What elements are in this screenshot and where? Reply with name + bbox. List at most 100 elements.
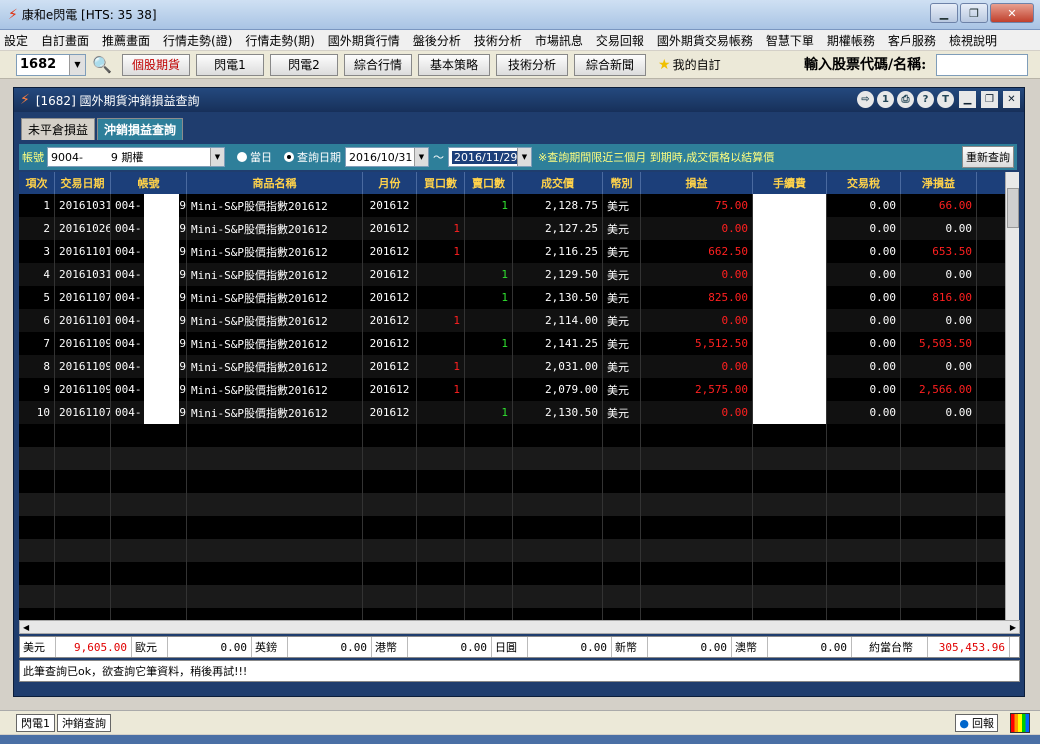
date-to-select[interactable]: 2016/11/29 ▼ [448, 147, 532, 167]
export-icon[interactable]: ⇨ [857, 91, 874, 108]
menu-item[interactable]: 自訂畫面 [41, 32, 89, 49]
table-row[interactable]: 4 20161031 004- 9 Mini-S&P股價指數201612 201612 1 2… [19, 263, 1006, 286]
radio-query-date-dot[interactable] [284, 152, 294, 162]
menu-item[interactable]: 智慧下單 [766, 32, 814, 49]
cell-tax: 0.00 [827, 240, 901, 263]
panel-close-button[interactable]: ✕ [1003, 91, 1020, 108]
date-from-select[interactable]: 2016/10/31 ▼ [345, 147, 429, 167]
menu-item[interactable]: 檢視說明 [949, 32, 997, 49]
table-row[interactable]: 10 20161107 004- 9 Mini-S&P股價指數201612 201612 1… [19, 401, 1006, 424]
report-button[interactable]: ● 回報 [955, 714, 998, 732]
radio-today-dot[interactable] [237, 152, 247, 162]
menu-item[interactable]: 客戶服務 [888, 32, 936, 49]
empty-cell [827, 493, 901, 516]
column-header[interactable]: 淨損益 [901, 172, 977, 194]
composite-news-button[interactable]: 綜合新聞 [574, 53, 646, 76]
menu-item[interactable]: 推薦畫面 [102, 32, 150, 49]
help-icon[interactable]: ? [917, 91, 934, 108]
chevron-down-icon[interactable]: ▼ [210, 148, 224, 166]
composite-quote-button[interactable]: 綜合行情 [344, 53, 412, 76]
vertical-scrollbar[interactable] [1005, 172, 1019, 620]
account-select[interactable]: 9004- 9 期權 ▼ [47, 147, 225, 167]
window-controls: ▁ ❐ ✕ [930, 3, 1034, 23]
table-row[interactable]: 2 20161026 004- 9 Mini-S&P股價指數201612 201612 1 2… [19, 217, 1006, 240]
column-header[interactable]: 商品名稱 [187, 172, 363, 194]
column-header[interactable]: 月份 [363, 172, 417, 194]
scroll-thumb[interactable] [1007, 188, 1019, 228]
cell-net: 0.00 [901, 309, 977, 332]
scroll-right-icon[interactable]: ▶ [1010, 623, 1016, 632]
column-header[interactable]: 賣口數 [465, 172, 513, 194]
tab-offset-pl-query[interactable]: 沖銷損益查詢 [97, 118, 184, 140]
column-header[interactable]: 手續費 [753, 172, 827, 194]
table-row[interactable]: 6 20161101 004- 9 Mini-S&P股價指數201612 201612 1 2… [19, 309, 1006, 332]
horizontal-scrollbar[interactable]: ◀ ▶ [19, 620, 1020, 634]
empty-cell [827, 562, 901, 585]
table-row[interactable]: 5 20161107 004- 9 Mini-S&P股價指數201612 201612 1 2… [19, 286, 1006, 309]
table-row[interactable]: 1 20161031 004- 9 Mini-S&P股價指數201612 201612 1 2… [19, 194, 1006, 217]
bottom-tab-offset-query[interactable]: 沖銷查詢 [57, 713, 111, 732]
maximize-button[interactable]: ❐ [960, 3, 988, 23]
menu-item[interactable]: 技術分析 [474, 32, 522, 49]
pin-icon[interactable]: T [937, 91, 954, 108]
menu-item[interactable]: 行情走勢(期) [245, 32, 314, 49]
search-icon[interactable]: 🔍 [92, 55, 116, 74]
close-button[interactable]: ✕ [990, 3, 1034, 23]
table-row[interactable]: 8 20161109 004- 9 Mini-S&P股價指數201612 201612 1 2… [19, 355, 1006, 378]
menu-item[interactable]: 交易回報 [596, 32, 644, 49]
technical-analysis-button[interactable]: 技術分析 [496, 53, 568, 76]
column-header[interactable]: 成交價 [513, 172, 603, 194]
info-icon[interactable]: 1 [877, 91, 894, 108]
cell-pl: 0.00 [641, 263, 753, 286]
panel-minimize-button[interactable]: ▁ [959, 91, 976, 108]
cell-buy [417, 263, 465, 286]
menu-item[interactable]: 國外期貨交易帳務 [657, 32, 753, 49]
menu-item[interactable]: 市場訊息 [535, 32, 583, 49]
radio-query-date[interactable]: 查詢日期 [284, 149, 341, 165]
cell-product: Mini-S&P股價指數201612 [187, 378, 363, 401]
lightning2-button[interactable]: 閃電2 [270, 53, 338, 76]
table-row[interactable]: 7 20161109 004- 9 Mini-S&P股價指數201612 201612 1 2… [19, 332, 1006, 355]
account-suffix: 9 [179, 314, 186, 327]
chevron-down-icon[interactable]: ▼ [414, 148, 428, 166]
empty-cell [111, 470, 187, 493]
stock-futures-button[interactable]: 個股期貨 [122, 53, 190, 76]
stock-code-select[interactable]: 1682 ▼ [16, 53, 86, 76]
column-header[interactable]: 交易日期 [55, 172, 111, 194]
star-icon[interactable]: ★ [658, 57, 671, 73]
column-header[interactable]: 項次 [19, 172, 55, 194]
column-header[interactable]: 損益 [641, 172, 753, 194]
menu-item[interactable]: 盤後分析 [413, 32, 461, 49]
menu-item[interactable]: 設定 [4, 32, 28, 49]
chevron-down-icon[interactable]: ▼ [517, 148, 531, 166]
column-header[interactable]: 帳號 [111, 172, 187, 194]
column-header[interactable]: 交易稅 [827, 172, 901, 194]
tab-open-position-pl[interactable]: 未平倉損益 [21, 118, 96, 140]
favorites-link[interactable]: 我的自訂 [673, 56, 753, 73]
radio-today[interactable]: 當日 [237, 149, 272, 165]
bottom-tab-lightning1[interactable]: 閃電1 [16, 713, 55, 732]
empty-cell [753, 447, 827, 470]
cell-sell [465, 240, 513, 263]
basic-strategy-button[interactable]: 基本策略 [418, 53, 490, 76]
refresh-query-button[interactable]: 重新查詢 [962, 146, 1014, 168]
print-icon[interactable]: ⎙ [897, 91, 914, 108]
stock-input[interactable] [936, 54, 1028, 76]
cell-net: 0.00 [901, 263, 977, 286]
table-row[interactable]: 9 20161109 004- 9 Mini-S&P股價指數201612 201612 1 2… [19, 378, 1006, 401]
column-header[interactable]: 買口數 [417, 172, 465, 194]
scroll-left-icon[interactable]: ◀ [23, 623, 29, 632]
column-header[interactable]: 幣別 [603, 172, 641, 194]
menu-item[interactable]: 期權帳務 [827, 32, 875, 49]
table-row[interactable]: 3 20161101 004- 9 Mini-S&P股價指數201612 201612 1 2… [19, 240, 1006, 263]
account-label: 帳號 [22, 151, 44, 164]
minimize-button[interactable]: ▁ [930, 3, 958, 23]
menu-item[interactable]: 行情走勢(證) [163, 32, 232, 49]
empty-cell [753, 585, 827, 608]
color-palette-icon[interactable] [1010, 713, 1030, 733]
lightning1-button[interactable]: 閃電1 [196, 53, 264, 76]
chevron-down-icon[interactable]: ▼ [69, 54, 85, 75]
menu-item[interactable]: 國外期貨行情 [328, 32, 400, 49]
empty-row [19, 424, 1006, 447]
panel-maximize-button[interactable]: ❐ [981, 91, 998, 108]
